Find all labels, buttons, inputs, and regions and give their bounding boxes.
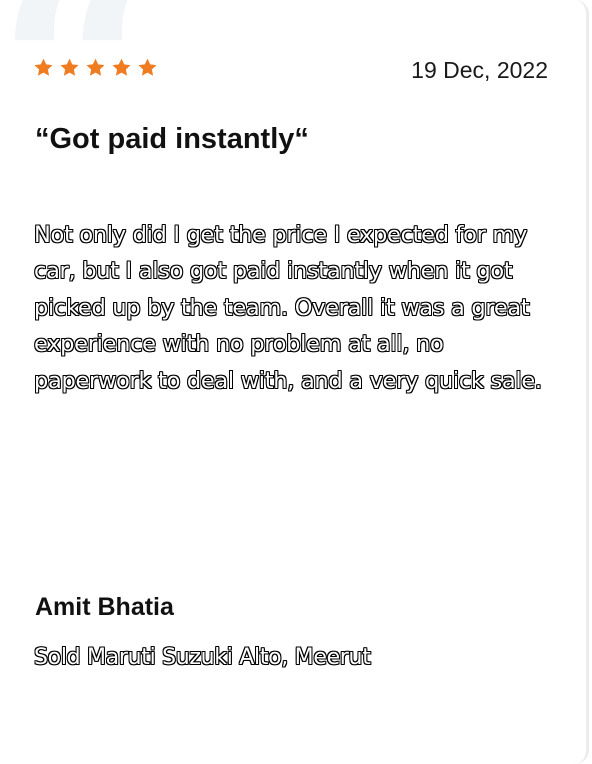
star-icon xyxy=(138,58,157,76)
star-rating xyxy=(33,57,158,78)
quote-mark-icon: “ xyxy=(0,0,167,248)
testimonial-card: “ 19 Dec, 2022 “Got paid instantly“ Not … xyxy=(0,0,589,764)
review-date: 19 Dec, 2022 xyxy=(411,57,548,83)
review-headline: “Got paid instantly“ xyxy=(35,123,309,155)
star-icon xyxy=(112,58,131,76)
star-icon xyxy=(60,58,79,76)
review-body: Not only did I get the price I expected … xyxy=(34,222,542,394)
reviewer-sold-info: Sold Maruti Suzuki Alto, Meerut xyxy=(34,645,371,670)
star-icon xyxy=(86,58,105,76)
reviewer-name: Amit Bhatia xyxy=(35,593,174,621)
star-icon xyxy=(34,58,53,76)
